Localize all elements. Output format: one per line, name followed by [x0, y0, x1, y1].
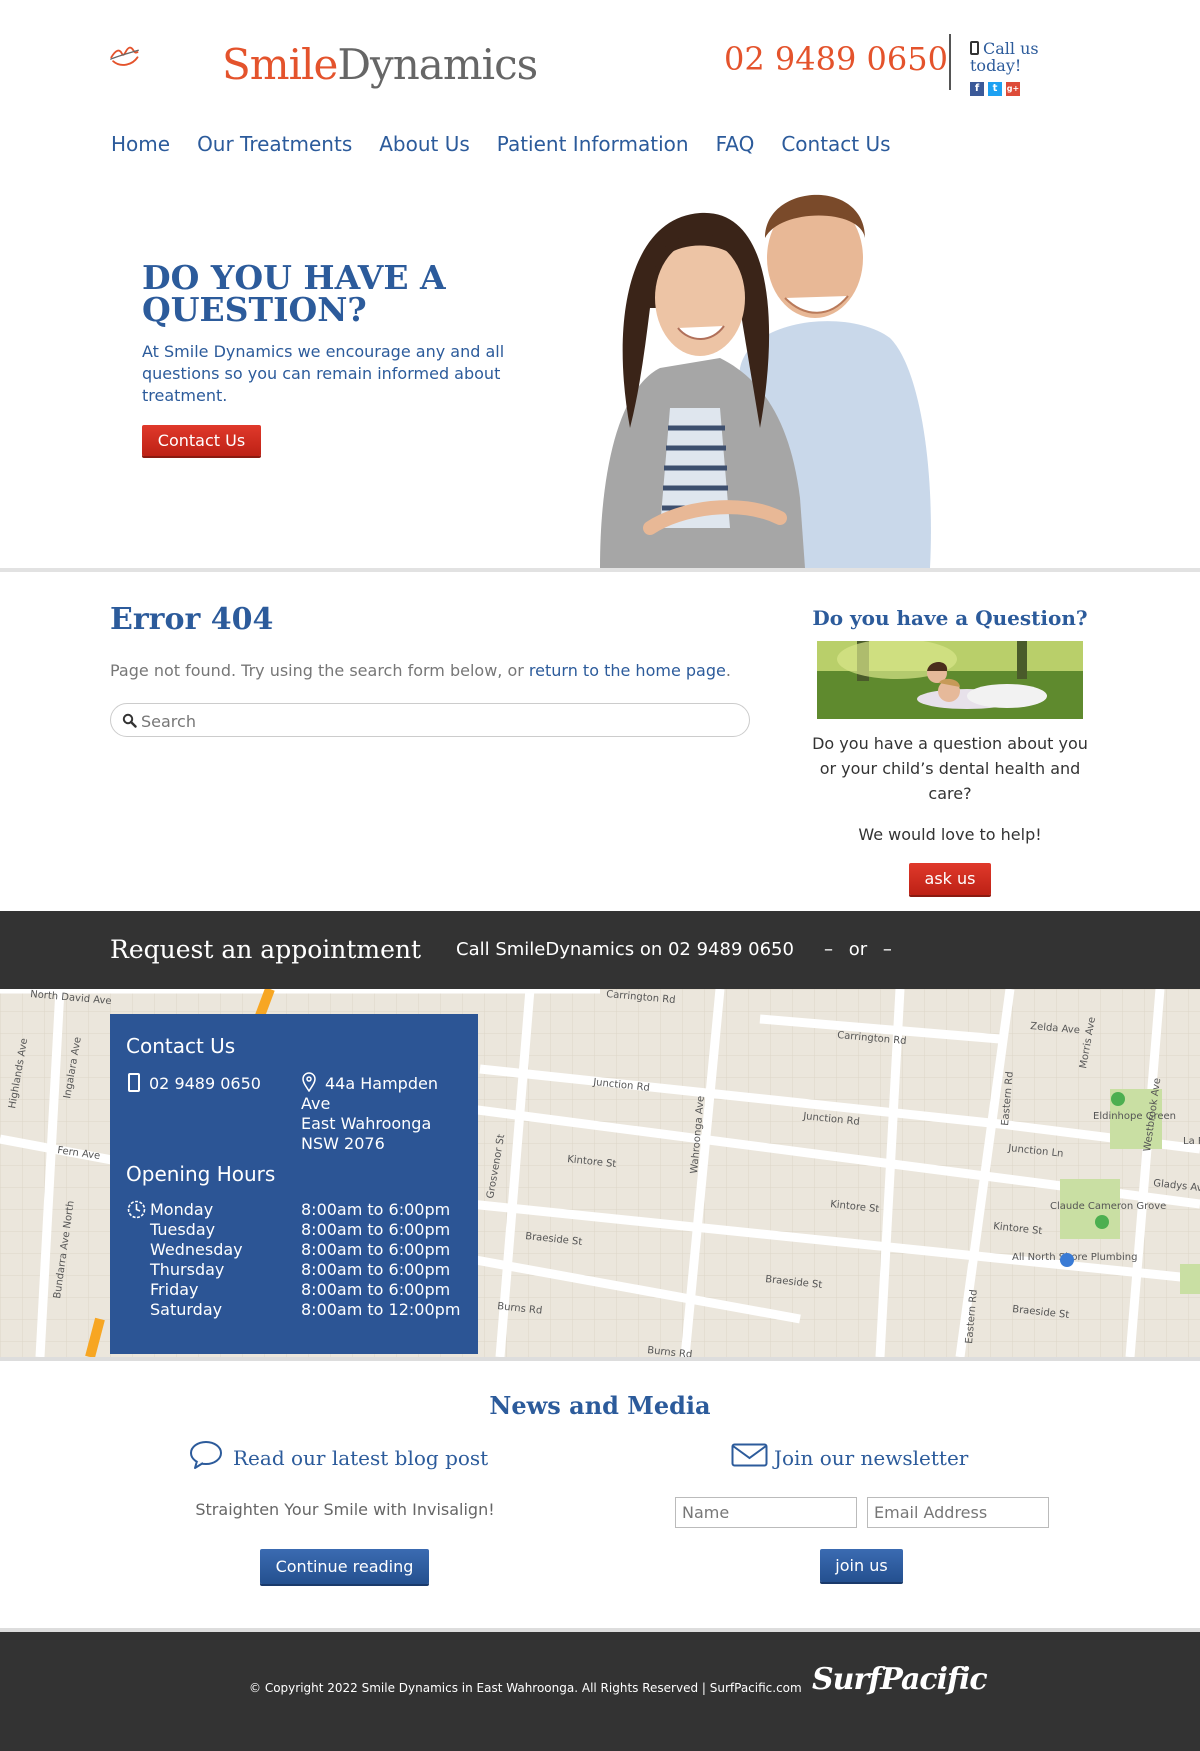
search-box: [110, 703, 750, 737]
day-thursday: Thursday: [150, 1260, 225, 1279]
hero-text: At Smile Dynamics we encourage any and a…: [142, 342, 505, 405]
nav-patient-information[interactable]: Patient Information: [497, 132, 689, 156]
main-nav: Home Our Treatments About Us Patient Inf…: [111, 132, 918, 156]
error-message: Page not found. Try using the search for…: [110, 661, 524, 680]
contact-box-address: 44a Hampden Ave East Wahroonga NSW 2076: [301, 1074, 451, 1154]
hero-contact-button[interactable]: Contact Us: [142, 425, 261, 456]
logo-word-smile: Smile: [222, 40, 338, 89]
appointment-or: – or –: [824, 939, 892, 960]
nav-faq[interactable]: FAQ: [716, 132, 755, 156]
hero-divider: [0, 568, 1200, 572]
day-friday: Friday: [150, 1280, 199, 1299]
appointment-call-text: Call SmileDynamics on 02 9489 0650: [456, 939, 794, 960]
envelope-icon: [731, 1443, 768, 1467]
opening-hours-title: Opening Hours: [126, 1162, 276, 1186]
time-thursday: 8:00am to 6:00pm: [301, 1260, 451, 1279]
continue-reading-button[interactable]: Continue reading: [260, 1549, 429, 1584]
day-saturday: Saturday: [150, 1300, 223, 1319]
header-phone[interactable]: 02 9489 0650: [724, 40, 948, 78]
appointment-bar: Request an appointment Call SmileDynamic…: [0, 911, 1200, 989]
time-tuesday: 8:00am to 6:00pm: [301, 1220, 451, 1239]
time-friday: 8:00am to 6:00pm: [301, 1280, 451, 1299]
sidebar-text: Do you have a question about you or your…: [812, 734, 1088, 803]
couple-photo: [600, 194, 931, 568]
contact-box-phone[interactable]: 02 9489 0650: [149, 1074, 261, 1093]
contact-info-box: Contact Us 02 9489 0650 44a Hampden Ave …: [110, 1014, 478, 1354]
park-marker-icon: [1111, 1092, 1125, 1106]
address-line-1: 44a Hampden: [325, 1074, 438, 1093]
time-saturday: 8:00am to 12:00pm: [301, 1300, 461, 1319]
appointment-title: Request an appointment: [110, 935, 422, 964]
error-text: Page not found. Try using the search for…: [110, 661, 731, 680]
hero-title: DO YOU HAVE A QUESTION?: [142, 258, 446, 329]
day-tuesday: Tuesday: [150, 1220, 216, 1239]
logo-word-dynamics: Dynamics: [337, 40, 538, 89]
smile-logo-icon: [110, 46, 139, 66]
opening-times: 8:00am to 6:00pm 8:00am to 6:00pm 8:00am…: [301, 1200, 460, 1320]
address-line-2: Ave: [301, 1094, 331, 1113]
day-wednesday: Wednesday: [150, 1240, 243, 1259]
time-monday: 8:00am to 6:00pm: [301, 1200, 451, 1219]
social-links: f t g+: [970, 82, 1020, 96]
park-marker-icon: [1095, 1215, 1109, 1229]
nav-about-us[interactable]: About Us: [379, 132, 470, 156]
logo-text: SmileDynamics: [222, 40, 538, 89]
contact-box-title: Contact Us: [126, 1034, 236, 1058]
nav-our-treatments[interactable]: Our Treatments: [197, 132, 352, 156]
surfpacific-logo[interactable]: SurfPacific: [812, 1662, 988, 1697]
newsletter-email-input[interactable]: [867, 1497, 1049, 1528]
map-label-claude-cameron-grove: Claude Cameron Grove: [1050, 1201, 1166, 1212]
call-us-text: Call us today!: [970, 40, 1090, 74]
time-wednesday: 8:00am to 6:00pm: [301, 1240, 451, 1259]
search-icon: [122, 713, 137, 728]
site-header: SmileDynamics 02 9489 0650 Call us today…: [0, 0, 1200, 118]
mobile-phone-icon: [970, 41, 979, 55]
opening-days: Monday Tuesday Wednesday Thursday Friday…: [150, 1200, 243, 1320]
hero-banner: DO YOU HAVE A QUESTION? At Smile Dynamic…: [0, 168, 1200, 568]
map-divider: [0, 1357, 1200, 1361]
call-line-2: today!: [970, 56, 1022, 75]
error-title: Error 404: [110, 602, 274, 637]
latest-blog-post-title[interactable]: Straighten Your Smile with Invisalign!: [160, 1500, 530, 1519]
day-monday: Monday: [150, 1200, 214, 1219]
newsletter-title: Join our newsletter: [774, 1446, 969, 1470]
search-input[interactable]: [141, 709, 731, 733]
map-label-la-risto: La Risto: [1183, 1136, 1200, 1147]
business-marker-icon: [1060, 1253, 1074, 1267]
newsletter-name-input[interactable]: [675, 1497, 857, 1528]
home-page-link[interactable]: return to the home page: [529, 661, 726, 680]
join-us-button[interactable]: join us: [820, 1549, 903, 1582]
clock-icon: [127, 1200, 146, 1219]
sidebar-title: Do you have a Question?: [812, 606, 1088, 630]
copyright-text: © Copyright 2022 Smile Dynamics in East …: [249, 1681, 802, 1695]
address-line-3: East Wahroonga: [301, 1114, 432, 1133]
speech-bubble-icon: [190, 1441, 222, 1469]
address-line-4: NSW 2076: [301, 1134, 385, 1153]
site-footer: © Copyright 2022 Smile Dynamics in East …: [0, 1632, 1200, 1751]
error-text-end: .: [725, 661, 731, 680]
blog-section-title: Read our latest blog post: [233, 1446, 489, 1470]
map-label-eldinhope-green: Eldinhope Green: [1093, 1111, 1176, 1122]
sidebar-text-help: We would love to help!: [858, 825, 1042, 844]
twitter-icon[interactable]: t: [988, 82, 1002, 96]
nav-contact-us[interactable]: Contact Us: [781, 132, 890, 156]
header-divider: [949, 34, 951, 90]
ask-us-button[interactable]: ask us: [909, 863, 991, 895]
google-plus-icon[interactable]: g+: [1006, 82, 1020, 96]
facebook-icon[interactable]: f: [970, 82, 984, 96]
nav-home[interactable]: Home: [111, 132, 170, 156]
news-title: News and Media: [489, 1391, 711, 1420]
map-label-all-north-shore-plumbing: All North Shore Plumbing: [1012, 1252, 1137, 1263]
mobile-phone-icon: [128, 1073, 140, 1092]
sidebar-family-photo: [817, 641, 1083, 719]
